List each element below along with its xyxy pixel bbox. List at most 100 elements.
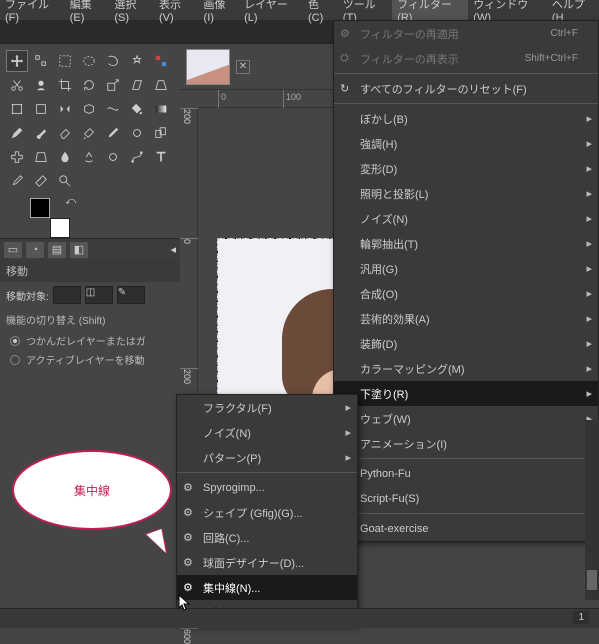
mi-blur[interactable]: ぼかし(B)▸	[334, 106, 598, 131]
blur-icon[interactable]	[54, 146, 76, 168]
mi-label: 芸術的効果(A)	[360, 311, 430, 327]
mi-gfig[interactable]: ⚙シェイプ (Gfig)(G)...	[177, 500, 357, 525]
dock-tab-1[interactable]: ▭	[4, 242, 22, 258]
gear-icon: ⚙	[183, 556, 197, 570]
dock-menu-icon[interactable]: ◂	[170, 243, 176, 256]
zoom-icon[interactable]	[54, 170, 76, 192]
align-tool-icon[interactable]	[30, 50, 52, 72]
image-thumb[interactable]	[186, 49, 230, 85]
mode-path-icon[interactable]: ✎	[117, 286, 145, 304]
rect-select-icon[interactable]	[54, 50, 76, 72]
mypaint-brush-icon[interactable]	[126, 122, 148, 144]
mi-noise-sub[interactable]: ノイズ(N)▸	[177, 420, 357, 445]
radio-icon	[10, 355, 20, 365]
cage-icon[interactable]	[78, 98, 100, 120]
mi-label: フィルターの再適用	[360, 26, 459, 42]
dock-tab-3[interactable]: ▤	[48, 242, 66, 258]
dock-tab-4[interactable]: ◧	[70, 242, 88, 258]
free-select-icon[interactable]	[102, 50, 124, 72]
mi-distort[interactable]: 変形(D)▸	[334, 156, 598, 181]
mi-decor[interactable]: 装飾(D)▸	[334, 331, 598, 356]
pencil-icon[interactable]	[6, 122, 28, 144]
eraser-icon[interactable]	[54, 122, 76, 144]
mode-layer-icon[interactable]	[53, 286, 81, 304]
mi-compose[interactable]: 合成(O)▸	[334, 281, 598, 306]
rotate-icon[interactable]	[78, 74, 100, 96]
scroll-thumb[interactable]	[587, 570, 597, 590]
by-color-select-icon[interactable]	[150, 50, 172, 72]
move-tool-icon[interactable]	[6, 50, 28, 72]
radio-picked-layer[interactable]: つかんだレイヤーまたはガ	[0, 331, 180, 350]
mi-web[interactable]: ウェブ(W)▸	[334, 406, 598, 431]
ellipse-select-icon[interactable]	[78, 50, 100, 72]
close-image-icon[interactable]: ✕	[236, 60, 250, 74]
mi-label: ぼかし(B)	[360, 111, 408, 127]
fg-bg-swatches[interactable]: ⤺	[30, 198, 70, 238]
perspective-icon[interactable]	[150, 74, 172, 96]
scale-icon[interactable]	[102, 74, 124, 96]
mi-goat[interactable]: ⚙ Goat-exercise	[334, 516, 598, 541]
measure-icon[interactable]	[30, 170, 52, 192]
mi-render[interactable]: 下塗り(R)▸	[334, 381, 598, 406]
mi-sphere-designer[interactable]: ⚙球面デザイナー(D)...	[177, 550, 357, 575]
dodge-icon[interactable]	[102, 146, 124, 168]
paintbrush-icon[interactable]	[30, 122, 52, 144]
mi-light[interactable]: 照明と投影(L)▸	[334, 181, 598, 206]
paths-icon[interactable]	[126, 146, 148, 168]
mi-generic[interactable]: 汎用(G)▸	[334, 256, 598, 281]
gear-icon: ⚙	[183, 581, 197, 595]
clone-icon[interactable]	[150, 122, 172, 144]
dock-tab-2[interactable]: ◔	[26, 242, 44, 258]
fuzzy-select-icon[interactable]	[126, 50, 148, 72]
crop-icon[interactable]	[54, 74, 76, 96]
mi-pattern[interactable]: パターン(P)▸	[177, 445, 357, 470]
mi-label: Goat-exercise	[360, 523, 428, 535]
bg-color[interactable]	[50, 218, 70, 238]
mi-spyrogimp[interactable]: ⚙Spyrogimp...	[177, 475, 357, 500]
text-icon[interactable]	[150, 146, 172, 168]
mi-artistic[interactable]: 芸術的効果(A)▸	[334, 306, 598, 331]
mi-enhance[interactable]: 強調(H)▸	[334, 131, 598, 156]
warp-icon[interactable]	[102, 98, 124, 120]
bucket-fill-icon[interactable]	[126, 98, 148, 120]
shear-icon[interactable]	[126, 74, 148, 96]
mi-reshow[interactable]: ⛭ フィルターの再表示 Shift+Ctrl+F	[334, 46, 598, 71]
mi-label: ノイズ(N)	[360, 211, 408, 227]
menu-edit[interactable]: 編集(E)	[65, 0, 110, 26]
unified-transform-icon[interactable]	[6, 98, 28, 120]
scrollbar-vertical[interactable]	[585, 420, 599, 600]
menu-file[interactable]: ファイル(F)	[0, 0, 65, 26]
mi-reset-all[interactable]: ↻ すべてのフィルターのリセット(F)	[334, 76, 598, 101]
mi-noise[interactable]: ノイズ(N)▸	[334, 206, 598, 231]
airbrush-icon[interactable]	[78, 122, 100, 144]
foreground-select-icon[interactable]	[30, 74, 52, 96]
scissors-icon[interactable]	[6, 74, 28, 96]
fg-color[interactable]	[30, 198, 50, 218]
mi-script-fu[interactable]: Script-Fu(S)▸	[334, 486, 598, 511]
menu-view[interactable]: 表示(V)	[154, 0, 199, 26]
mi-reapply[interactable]: ⚙ フィルターの再適用 Ctrl+F	[334, 21, 598, 46]
mi-line-nova[interactable]: ⚙集中線(N)...	[177, 575, 357, 600]
ink-icon[interactable]	[102, 122, 124, 144]
menu-image[interactable]: 画像(I)	[199, 0, 240, 26]
mi-fractal[interactable]: フラクタル(F)▸	[177, 395, 357, 420]
heal-icon[interactable]	[6, 146, 28, 168]
radio-active-layer[interactable]: アクティブレイヤーを移動	[0, 350, 180, 369]
gradient-icon[interactable]	[150, 98, 172, 120]
mi-colormap[interactable]: カラーマッピング(M)▸	[334, 356, 598, 381]
swap-colors-icon[interactable]: ⤺	[65, 196, 76, 207]
mi-edge[interactable]: 輪郭抽出(T)▸	[334, 231, 598, 256]
smudge-icon[interactable]	[78, 146, 100, 168]
mi-anim[interactable]: アニメーション(I)▸	[334, 431, 598, 456]
flip-icon[interactable]	[54, 98, 76, 120]
perspective-clone-icon[interactable]	[30, 146, 52, 168]
mi-label: フラクタル(F)	[203, 400, 272, 416]
menu-layer[interactable]: レイヤー(L)	[239, 0, 303, 26]
color-picker-icon[interactable]	[6, 170, 28, 192]
handle-transform-icon[interactable]	[30, 98, 52, 120]
mi-label: 合成(O)	[360, 286, 398, 302]
mi-circuit[interactable]: ⚙回路(C)...	[177, 525, 357, 550]
mode-selection-icon[interactable]: ◫	[85, 286, 113, 304]
mi-python-fu[interactable]: Python-Fu▸	[334, 461, 598, 486]
menu-select[interactable]: 選択(S)	[109, 0, 154, 26]
